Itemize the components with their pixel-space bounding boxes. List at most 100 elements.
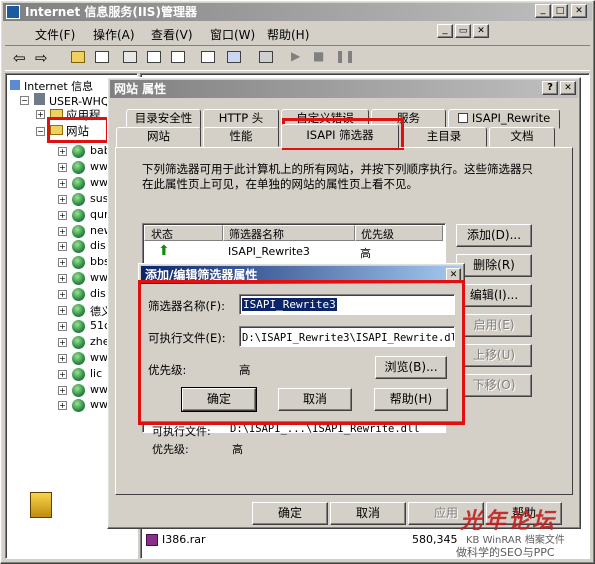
info-icon[interactable] <box>227 51 241 63</box>
tree-site-item[interactable]: lic <box>90 367 102 380</box>
enable-button[interactable]: 启用(E) <box>456 314 532 337</box>
expand-site[interactable]: + <box>58 274 67 284</box>
tree-site-item[interactable]: dis <box>90 239 106 252</box>
tab-documents[interactable]: 文档 <box>489 127 555 147</box>
menu-bar: 文件(F) 操作(A) 查看(V) 窗口(W) 帮助(H) _ ▭ ✕ <box>5 23 590 43</box>
properties-icon[interactable] <box>123 51 137 63</box>
tab-http-headers[interactable]: HTTP 头 <box>203 109 279 129</box>
maximize-button[interactable]: □ <box>552 4 568 18</box>
site-globe-icon <box>72 145 85 158</box>
site-globe-icon <box>72 351 85 365</box>
up-folder-icon[interactable] <box>71 51 85 63</box>
filters-description: 下列筛选器可用于此计算机上的所有网站，并按下列顺序执行。这些筛选器只在此属性页上… <box>142 162 533 191</box>
filter-row[interactable]: ⬆ ISAPI_Rewrite3 高 <box>144 243 442 261</box>
tree-root-label: Internet 信息 <box>24 80 94 93</box>
properties-close-button[interactable]: ✕ <box>560 81 576 95</box>
close-window-button[interactable]: ✕ <box>571 4 587 18</box>
site-globe-icon <box>72 240 85 254</box>
site-globe-icon <box>72 256 85 270</box>
expand-site[interactable]: + <box>58 290 67 300</box>
iis-root-icon <box>10 80 20 90</box>
tree-site-item[interactable]: sus <box>90 192 108 205</box>
tab-isapi-filters[interactable]: ISAPI 筛选器 <box>281 124 399 148</box>
mdi-close-button[interactable]: ✕ <box>473 24 489 38</box>
menu-action[interactable]: 操作(A) <box>93 26 135 43</box>
title-icon <box>6 5 20 19</box>
site-globe-icon <box>72 192 85 206</box>
site-globe-icon <box>72 367 85 381</box>
stop-icon[interactable]: ■ <box>313 49 324 63</box>
delete-button[interactable]: 删除(R) <box>456 254 532 277</box>
expand-site[interactable]: + <box>58 178 67 188</box>
expand-site[interactable]: + <box>58 306 67 315</box>
expand-computer[interactable]: − <box>20 96 29 105</box>
tree-toggle-icon[interactable] <box>95 51 109 63</box>
details-priority-value: 高 <box>232 443 243 456</box>
properties-ok-button[interactable]: 确定 <box>252 502 328 525</box>
iis-title-bar: Internet 信息服务(IIS)管理器 <box>3 3 592 21</box>
bg-file-size: 580,345 <box>412 533 458 546</box>
expand-site[interactable]: + <box>58 353 67 363</box>
expand-site[interactable]: + <box>58 369 67 379</box>
back-arrow-icon[interactable]: ⇦ <box>13 49 26 67</box>
site-globe-icon <box>72 304 85 317</box>
tab-performance[interactable]: 性能 <box>203 127 279 147</box>
site-globe-icon <box>72 272 85 286</box>
mdi-minimize-button[interactable]: _ <box>437 24 453 38</box>
rar-file-icon <box>146 534 158 546</box>
properties-cancel-button[interactable]: 取消 <box>330 502 406 525</box>
site-globe-icon <box>72 160 85 174</box>
expand-site[interactable]: + <box>58 226 67 236</box>
tab-isapi-rewrite[interactable]: ISAPI_Rewrite <box>448 109 560 129</box>
expand-site[interactable]: + <box>58 385 67 395</box>
expand-site[interactable]: + <box>58 258 67 268</box>
column-header-priority[interactable]: 优先级 <box>355 225 443 241</box>
expand-site[interactable]: + <box>58 242 67 252</box>
menu-help[interactable]: 帮助(H) <box>267 26 309 43</box>
pause-icon[interactable]: ❚❚ <box>335 49 355 63</box>
expand-site[interactable]: + <box>58 210 67 220</box>
menu-window[interactable]: 窗口(W) <box>210 26 255 43</box>
expand-site[interactable]: + <box>58 194 67 204</box>
forward-arrow-icon[interactable]: ⇨ <box>35 49 48 67</box>
properties-title-bar: 网站 属性 <box>110 80 578 98</box>
mdi-restore-button[interactable]: ▭ <box>455 24 471 38</box>
tab-website[interactable]: 网站 <box>116 127 201 147</box>
properties-help-button[interactable]: ? <box>542 81 558 95</box>
expand-websites[interactable]: − <box>36 127 45 136</box>
play-icon[interactable]: ▶ <box>291 49 300 63</box>
site-globe-icon <box>72 335 85 349</box>
expand-site[interactable]: + <box>58 321 67 331</box>
security-wizard-icon[interactable] <box>30 492 52 518</box>
column-header-name[interactable]: 筛选器名称 <box>223 225 355 241</box>
site-globe-icon <box>72 224 85 238</box>
expand-site[interactable]: + <box>58 162 67 172</box>
expand-site[interactable]: + <box>58 401 67 411</box>
site-globe-icon <box>72 208 85 222</box>
expand-site[interactable]: + <box>58 147 67 156</box>
move-down-button[interactable]: 下移(O) <box>456 374 532 397</box>
details-priority-label: 优先级: <box>152 443 189 456</box>
menu-view[interactable]: 查看(V) <box>151 26 193 43</box>
menu-file[interactable]: 文件(F) <box>35 26 75 43</box>
move-up-button[interactable]: 上移(U) <box>456 344 532 367</box>
tree-site-item[interactable]: dis <box>90 287 106 300</box>
expand-app-pools[interactable]: + <box>36 110 45 119</box>
refresh-icon[interactable] <box>147 51 161 63</box>
edit-button[interactable]: 编辑(I)... <box>456 284 532 307</box>
tab-home-directory[interactable]: 主目录 <box>401 127 487 147</box>
help-icon[interactable] <box>201 51 215 63</box>
tree-root[interactable]: Internet 信息 <box>10 78 93 94</box>
computer-icon[interactable] <box>259 51 273 63</box>
details-exe-label: 可执行文件: <box>152 425 211 438</box>
desktop-icon-label: 安全配置向导 <box>11 528 77 541</box>
expand-site[interactable]: + <box>58 337 67 347</box>
site-globe-icon <box>72 319 85 333</box>
highlight-websites <box>47 117 109 143</box>
add-button[interactable]: 添加(D)... <box>456 224 532 247</box>
export-icon[interactable] <box>171 51 185 63</box>
toolbar: ⇦ ⇨ ▶ ■ ❚❚ <box>5 45 590 71</box>
minimize-button[interactable]: _ <box>535 4 551 18</box>
column-header-status[interactable]: 状态 <box>144 225 223 241</box>
tab-directory-security[interactable]: 目录安全性 <box>126 109 201 129</box>
